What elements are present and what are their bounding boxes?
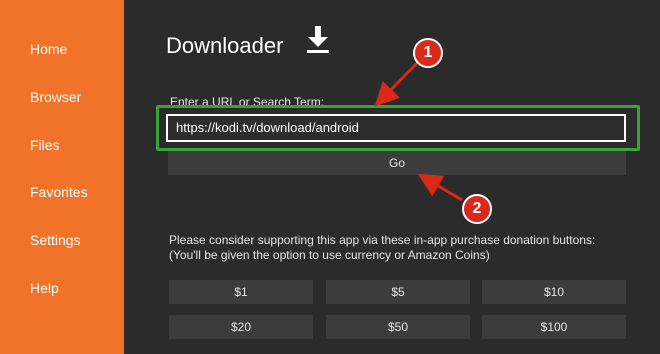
annotation-arrow-1 <box>374 60 420 107</box>
annotation-badge-1: 1 <box>413 38 443 68</box>
annotation-arrow-2 <box>417 173 463 202</box>
annotation-arrows <box>374 60 463 202</box>
annotation-badge-2: 2 <box>462 194 492 224</box>
